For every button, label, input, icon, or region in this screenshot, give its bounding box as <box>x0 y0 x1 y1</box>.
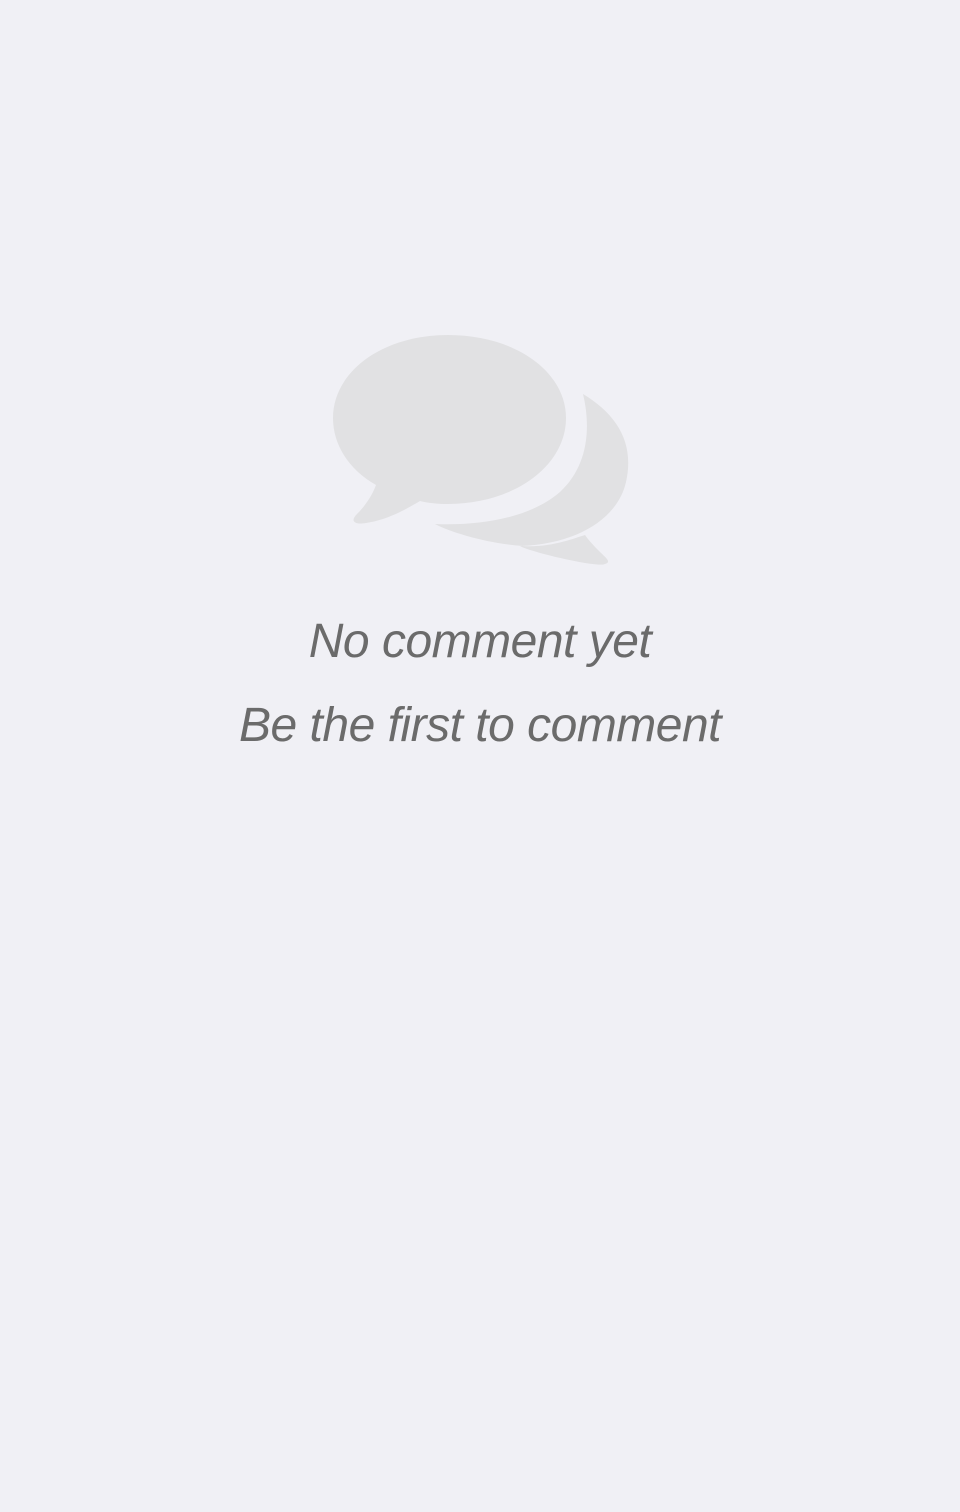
empty-state-title: No comment yet <box>308 615 652 668</box>
chat-bubbles-icon <box>330 332 632 572</box>
front-bubble-shape <box>333 335 566 524</box>
empty-comments-state: No comment yet Be the first to comment <box>0 0 960 1512</box>
empty-state-subtitle: Be the first to comment <box>238 699 722 752</box>
